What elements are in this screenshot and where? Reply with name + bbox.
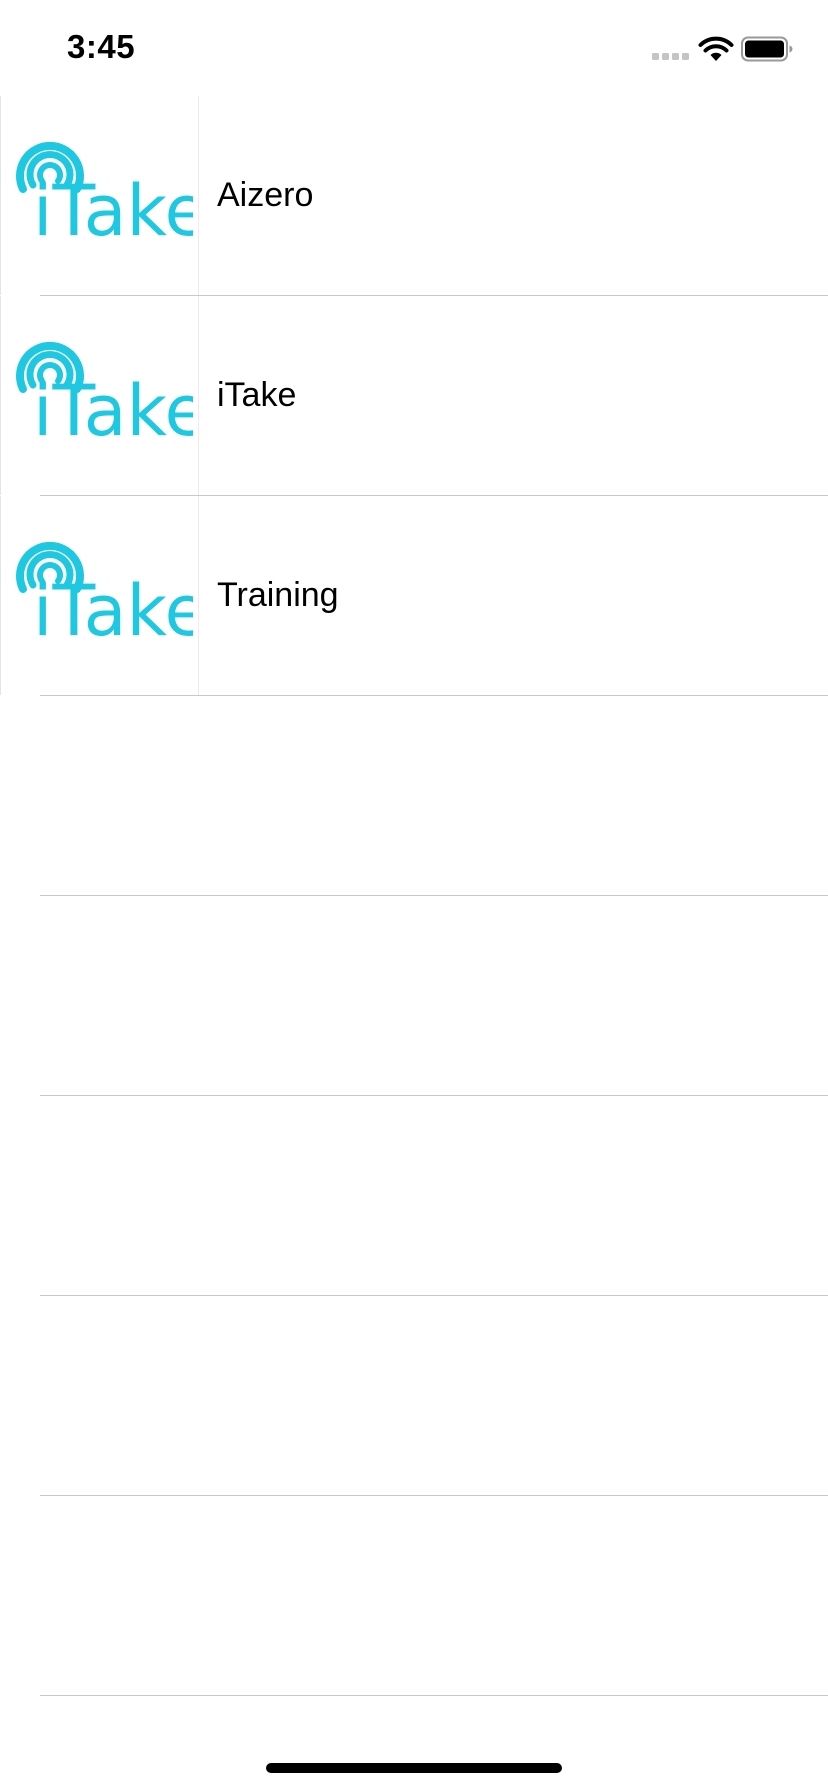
list-item[interactable]: iTake iTake	[0, 296, 828, 496]
thumbnail: iTake	[0, 296, 199, 495]
empty-row	[0, 1296, 828, 1496]
svg-text:iTake: iTake	[33, 570, 193, 641]
list-item-label: Training	[217, 576, 339, 614]
svg-text:iTake: iTake	[33, 370, 193, 441]
list-item[interactable]: iTake Aizero	[0, 96, 828, 296]
status-bar: 3:45	[0, 0, 828, 96]
battery-icon	[741, 36, 793, 62]
itake-logo-icon: iTake	[16, 342, 193, 441]
status-time: 3:45	[67, 28, 136, 65]
thumbnail: iTake	[0, 96, 199, 295]
svg-text:iTake: iTake	[33, 170, 193, 241]
itake-logo-icon: iTake	[16, 142, 193, 241]
list-item[interactable]: iTake Training	[0, 496, 828, 696]
cellular-signal-icon	[652, 53, 689, 60]
row-divider	[40, 1695, 828, 1696]
empty-row	[0, 896, 828, 1096]
thumbnail: iTake	[0, 496, 199, 695]
wifi-icon	[698, 36, 734, 61]
empty-row	[0, 696, 828, 896]
itake-logo-icon: iTake	[16, 542, 193, 641]
home-indicator[interactable]	[266, 1763, 562, 1773]
list-table: iTake Aizero iTake iTake iTake Training	[0, 96, 828, 1696]
empty-row	[0, 1096, 828, 1296]
list-item-label: Aizero	[217, 176, 314, 214]
empty-row	[0, 1496, 828, 1696]
list-item-label: iTake	[217, 376, 297, 414]
